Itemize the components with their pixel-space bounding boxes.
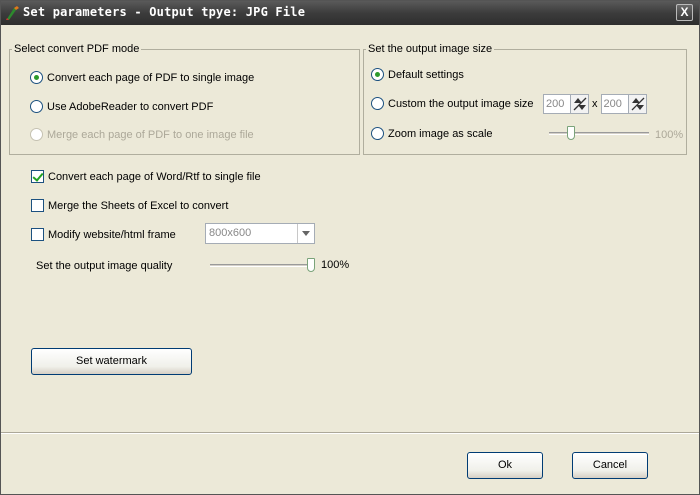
size-option-zoom[interactable]: Zoom image as scale [371,127,493,140]
zoom-slider-track [549,132,649,135]
checkbox-icon[interactable] [31,199,44,212]
cancel-button[interactable]: Cancel [572,452,648,479]
settings-dialog: Set parameters - Output tpye: JPG File X… [0,0,700,495]
zoom-percent: 100% [655,129,684,141]
size-option-custom[interactable]: Custom the output image size [371,97,534,110]
times-sign: x [592,98,598,110]
pdf-option-label: Merge each page of PDF to one image file [47,128,254,141]
width-input[interactable]: 200 [543,94,589,114]
website-option[interactable]: Modify website/html frame [31,228,176,241]
cancel-label: Cancel [592,459,628,471]
quality-slider[interactable] [210,258,315,272]
window-title: Set parameters - Output tpye: JPG File [23,5,306,19]
size-option-label: Custom the output image size [388,97,534,110]
width-value: 200 [546,98,565,110]
chevron-down-icon[interactable] [297,224,314,243]
radio-selected-icon[interactable] [30,71,43,84]
radio-icon[interactable] [30,100,43,113]
height-input[interactable]: 200 [600,94,647,114]
zoom-slider[interactable] [549,126,649,140]
ok-label: Ok [497,459,513,471]
word-rtf-option[interactable]: Convert each page of Word/Rtf to single … [31,170,261,183]
pdf-option-single-image[interactable]: Convert each page of PDF to single image [30,71,254,84]
custom-size-inputs: 200 x 200 [543,94,647,114]
word-rtf-label: Convert each page of Word/Rtf to single … [48,170,261,183]
quality-percent: 100% [321,259,350,271]
pdf-option-adobe-reader[interactable]: Use AdobeReader to convert PDF [30,100,213,113]
app-icon [6,6,19,20]
close-button[interactable]: X [676,4,693,21]
frame-size-value: 800x600 [209,227,252,239]
checkbox-checked-icon[interactable] [31,170,44,183]
excel-option[interactable]: Merge the Sheets of Excel to convert [31,199,228,212]
height-spin-button[interactable] [627,95,646,113]
size-option-label: Default settings [388,68,464,81]
size-option-default[interactable]: Default settings [371,68,464,81]
frame-size-select[interactable]: 800x600 [205,223,315,244]
spin-arrows-icon [573,97,587,111]
pdf-option-merge-pages: Merge each page of PDF to one image file [30,128,254,141]
radio-icon[interactable] [371,97,384,110]
pdf-mode-legend: Select convert PDF mode [12,43,142,55]
set-watermark-label: Set watermark [76,355,147,367]
dialog-body: Select convert PDF mode Convert each pag… [5,31,695,425]
quality-slider-thumb[interactable] [307,258,315,272]
footer-divider [1,432,699,434]
quality-slider-track [210,264,315,267]
size-option-label: Zoom image as scale [388,127,493,140]
radio-icon[interactable] [371,127,384,140]
radio-selected-icon[interactable] [371,68,384,81]
width-spin-button[interactable] [570,95,588,113]
image-size-legend: Set the output image size [366,43,495,55]
spin-arrows-icon [631,97,644,111]
checkbox-icon[interactable] [31,228,44,241]
set-watermark-button[interactable]: Set watermark [31,348,192,375]
height-value: 200 [603,98,622,110]
pdf-option-label: Convert each page of PDF to single image [47,71,255,84]
ok-button[interactable]: Ok [467,452,543,479]
website-label: Modify website/html frame [48,228,176,241]
excel-label: Merge the Sheets of Excel to convert [48,199,229,212]
zoom-slider-thumb[interactable] [567,126,575,140]
pdf-option-label: Use AdobeReader to convert PDF [47,100,214,113]
title-bar[interactable]: Set parameters - Output tpye: JPG File X [1,1,699,25]
close-icon: X [680,5,689,19]
quality-label: Set the output image quality [36,260,173,272]
radio-disabled-icon [30,128,43,141]
